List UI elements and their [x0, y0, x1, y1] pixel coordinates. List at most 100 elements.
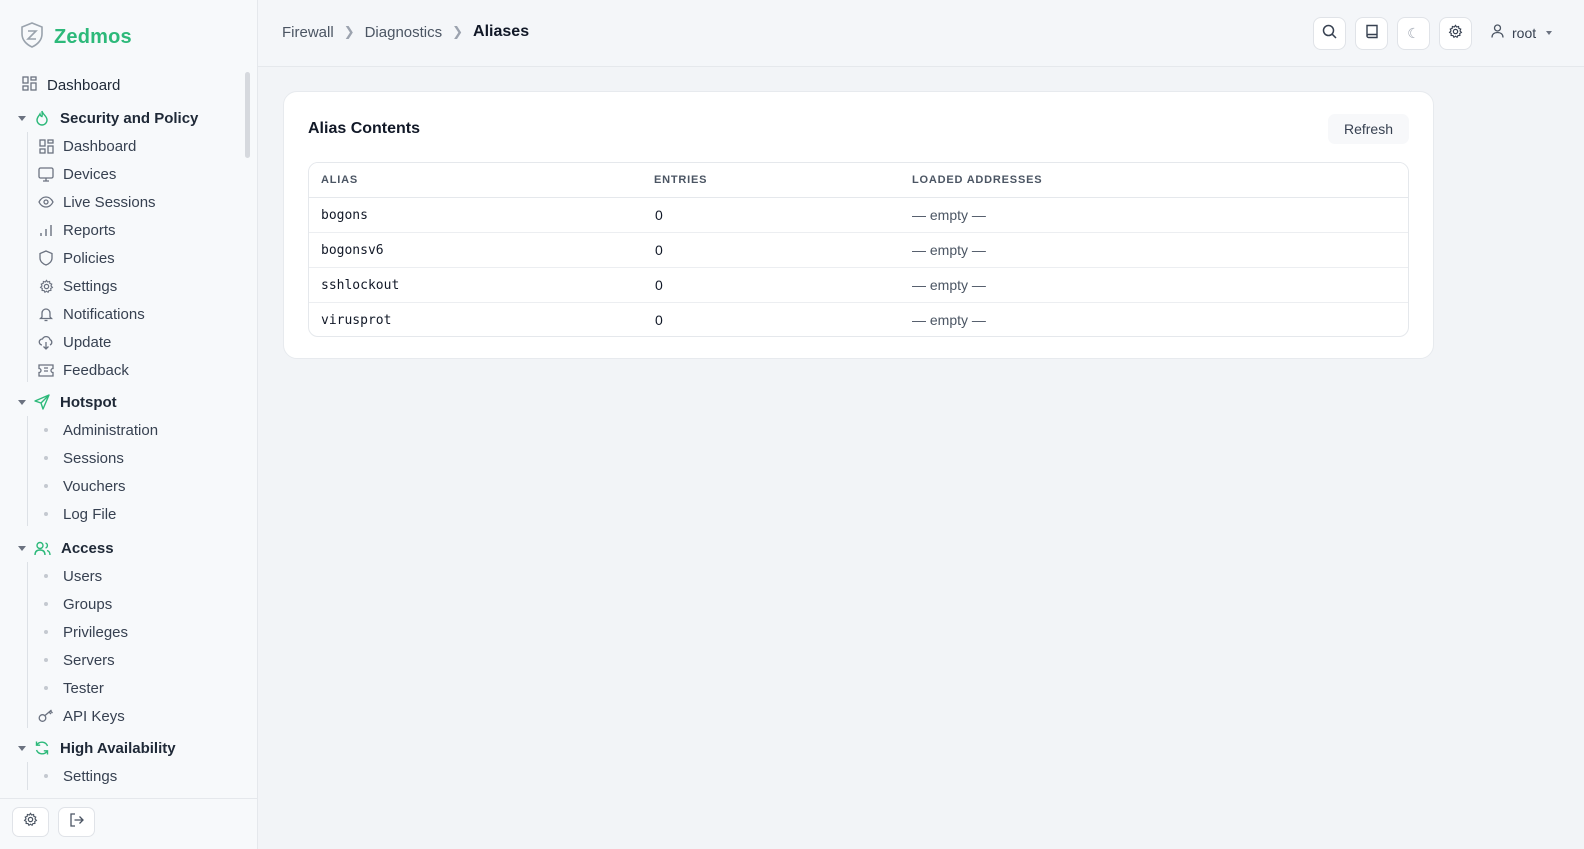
- section-hotspot[interactable]: Hotspot: [18, 391, 117, 413]
- moon-icon: ☾: [1407, 25, 1420, 41]
- shield-icon: [38, 250, 54, 266]
- cloud-download-icon: [38, 334, 54, 350]
- tree-line: [27, 416, 28, 526]
- section-high-availability[interactable]: High Availability: [18, 737, 176, 759]
- section-title: Hotspot: [60, 393, 117, 411]
- refresh-button[interactable]: Refresh: [1327, 114, 1409, 144]
- sidebar-item-label: Policies: [63, 249, 115, 267]
- sidebar-item-settings[interactable]: Settings: [38, 275, 117, 297]
- column-header-loaded-addresses[interactable]: LOADED ADDRESSES: [912, 174, 1042, 186]
- bar-chart-icon: [38, 222, 54, 238]
- sidebar-item-label: Servers: [63, 651, 115, 669]
- alias-table: ALIAS ENTRIES LOADED ADDRESSES bogons 0 …: [308, 162, 1409, 337]
- sidebar-item-label: Settings: [63, 277, 118, 295]
- cell-entries: 0: [655, 277, 663, 293]
- sidebar-item-groups[interactable]: Groups: [38, 593, 112, 615]
- page-title: Aliases: [473, 23, 530, 40]
- sidebar-item-update[interactable]: Update: [38, 331, 111, 353]
- section-security-and-policy[interactable]: Security and Policy: [18, 107, 198, 129]
- sidebar-item-notifications[interactable]: Notifications: [38, 303, 145, 325]
- chevron-down-icon: [18, 399, 26, 405]
- sidebar-item-ha-settings[interactable]: Settings: [38, 765, 117, 787]
- bullet-icon: [44, 456, 48, 460]
- sidebar-item-label: Reports: [63, 221, 116, 239]
- gear-icon: [38, 278, 54, 294]
- grid-icon: [22, 76, 37, 95]
- sidebar-item-live-sessions[interactable]: Live Sessions: [38, 191, 156, 213]
- grid-icon: [38, 138, 54, 154]
- chevron-down-icon: [18, 545, 26, 551]
- alias-contents-card: Alias Contents Refresh ALIAS ENTRIES LOA…: [283, 91, 1434, 359]
- docs-button[interactable]: [1355, 17, 1388, 50]
- sidebar-item-sp-dashboard[interactable]: Dashboard: [38, 135, 136, 157]
- gear-icon: [1448, 23, 1463, 44]
- chevron-down-icon: [18, 745, 26, 751]
- cell-addresses: — empty —: [912, 242, 986, 258]
- sidebar-item-administration[interactable]: Administration: [38, 419, 158, 441]
- bullet-icon: [44, 658, 48, 662]
- gear-icon: [23, 812, 38, 832]
- section-title: High Availability: [60, 739, 176, 757]
- sidebar-item-policies[interactable]: Policies: [38, 247, 115, 269]
- sidebar-item-reports[interactable]: Reports: [38, 219, 116, 241]
- theme-toggle-button[interactable]: ☾: [1397, 17, 1430, 50]
- cell-alias: sshlockout: [321, 278, 400, 293]
- bell-icon: [38, 306, 54, 322]
- brand[interactable]: Zedmos: [20, 21, 132, 51]
- settings-button[interactable]: [1439, 17, 1472, 50]
- breadcrumb-firewall[interactable]: Firewall: [282, 24, 334, 41]
- table-row[interactable]: sshlockout 0 — empty —: [309, 268, 1408, 303]
- sidebar-item-privileges[interactable]: Privileges: [38, 621, 128, 643]
- section-title: Access: [61, 539, 114, 557]
- table-row[interactable]: bogonsv6 0 — empty —: [309, 233, 1408, 268]
- cell-addresses: — empty —: [912, 312, 986, 328]
- user-icon: [1491, 24, 1504, 41]
- cell-addresses: — empty —: [912, 277, 986, 293]
- sidebar-item-label: Update: [63, 333, 112, 351]
- cell-alias: bogons: [321, 208, 368, 223]
- ticket-icon: [38, 362, 54, 378]
- sidebar-item-log-file[interactable]: Log File: [38, 503, 116, 525]
- table-row[interactable]: bogons 0 — empty —: [309, 198, 1408, 233]
- sidebar-item-label: Sessions: [63, 449, 124, 467]
- sidebar-item-label: Notifications: [63, 305, 145, 323]
- breadcrumb-diagnostics[interactable]: Diagnostics: [365, 24, 443, 41]
- tree-line: [27, 132, 28, 382]
- sidebar-item-label: Groups: [63, 595, 113, 613]
- logout-icon: [69, 812, 84, 832]
- sidebar: Zedmos Dashboard Security and Policy Das…: [0, 0, 258, 849]
- tree-line: [27, 562, 28, 728]
- sidebar-item-servers[interactable]: Servers: [38, 649, 115, 671]
- sidebar-item-label: API Keys: [63, 707, 125, 725]
- logout-button[interactable]: [58, 807, 95, 837]
- cell-addresses: — empty —: [912, 207, 986, 223]
- cell-entries: 0: [655, 242, 663, 258]
- section-title: Security and Policy: [60, 109, 199, 127]
- sidebar-item-users[interactable]: Users: [38, 565, 102, 587]
- sidebar-item-dashboard[interactable]: Dashboard: [22, 76, 120, 95]
- column-header-alias[interactable]: ALIAS: [321, 174, 358, 186]
- search-button[interactable]: [1313, 17, 1346, 50]
- brand-name: Zedmos: [54, 25, 132, 48]
- sidebar-item-label: Settings: [63, 767, 118, 785]
- section-access[interactable]: Access: [18, 537, 114, 559]
- top-bar: Firewall ❯ Diagnostics ❯ Aliases ☾ root: [258, 0, 1584, 67]
- settings-button[interactable]: [12, 807, 49, 837]
- sidebar-item-tester[interactable]: Tester: [38, 677, 104, 699]
- sidebar-item-feedback[interactable]: Feedback: [38, 359, 129, 381]
- flame-icon: [34, 110, 50, 126]
- column-header-entries[interactable]: ENTRIES: [654, 174, 707, 186]
- bullet-icon: [44, 428, 48, 432]
- key-icon: [38, 708, 54, 724]
- sidebar-item-label: Dashboard: [47, 77, 121, 94]
- sidebar-item-label: Privileges: [63, 623, 129, 641]
- bullet-icon: [44, 686, 48, 690]
- table-row[interactable]: virusprot 0 — empty —: [309, 303, 1408, 336]
- sidebar-item-devices[interactable]: Devices: [38, 163, 116, 185]
- sidebar-item-api-keys[interactable]: API Keys: [38, 705, 125, 727]
- cell-alias: bogonsv6: [321, 243, 384, 258]
- sidebar-item-sessions[interactable]: Sessions: [38, 447, 124, 469]
- user-menu[interactable]: root: [1491, 24, 1553, 41]
- sidebar-item-vouchers[interactable]: Vouchers: [38, 475, 126, 497]
- monitor-icon: [38, 166, 54, 182]
